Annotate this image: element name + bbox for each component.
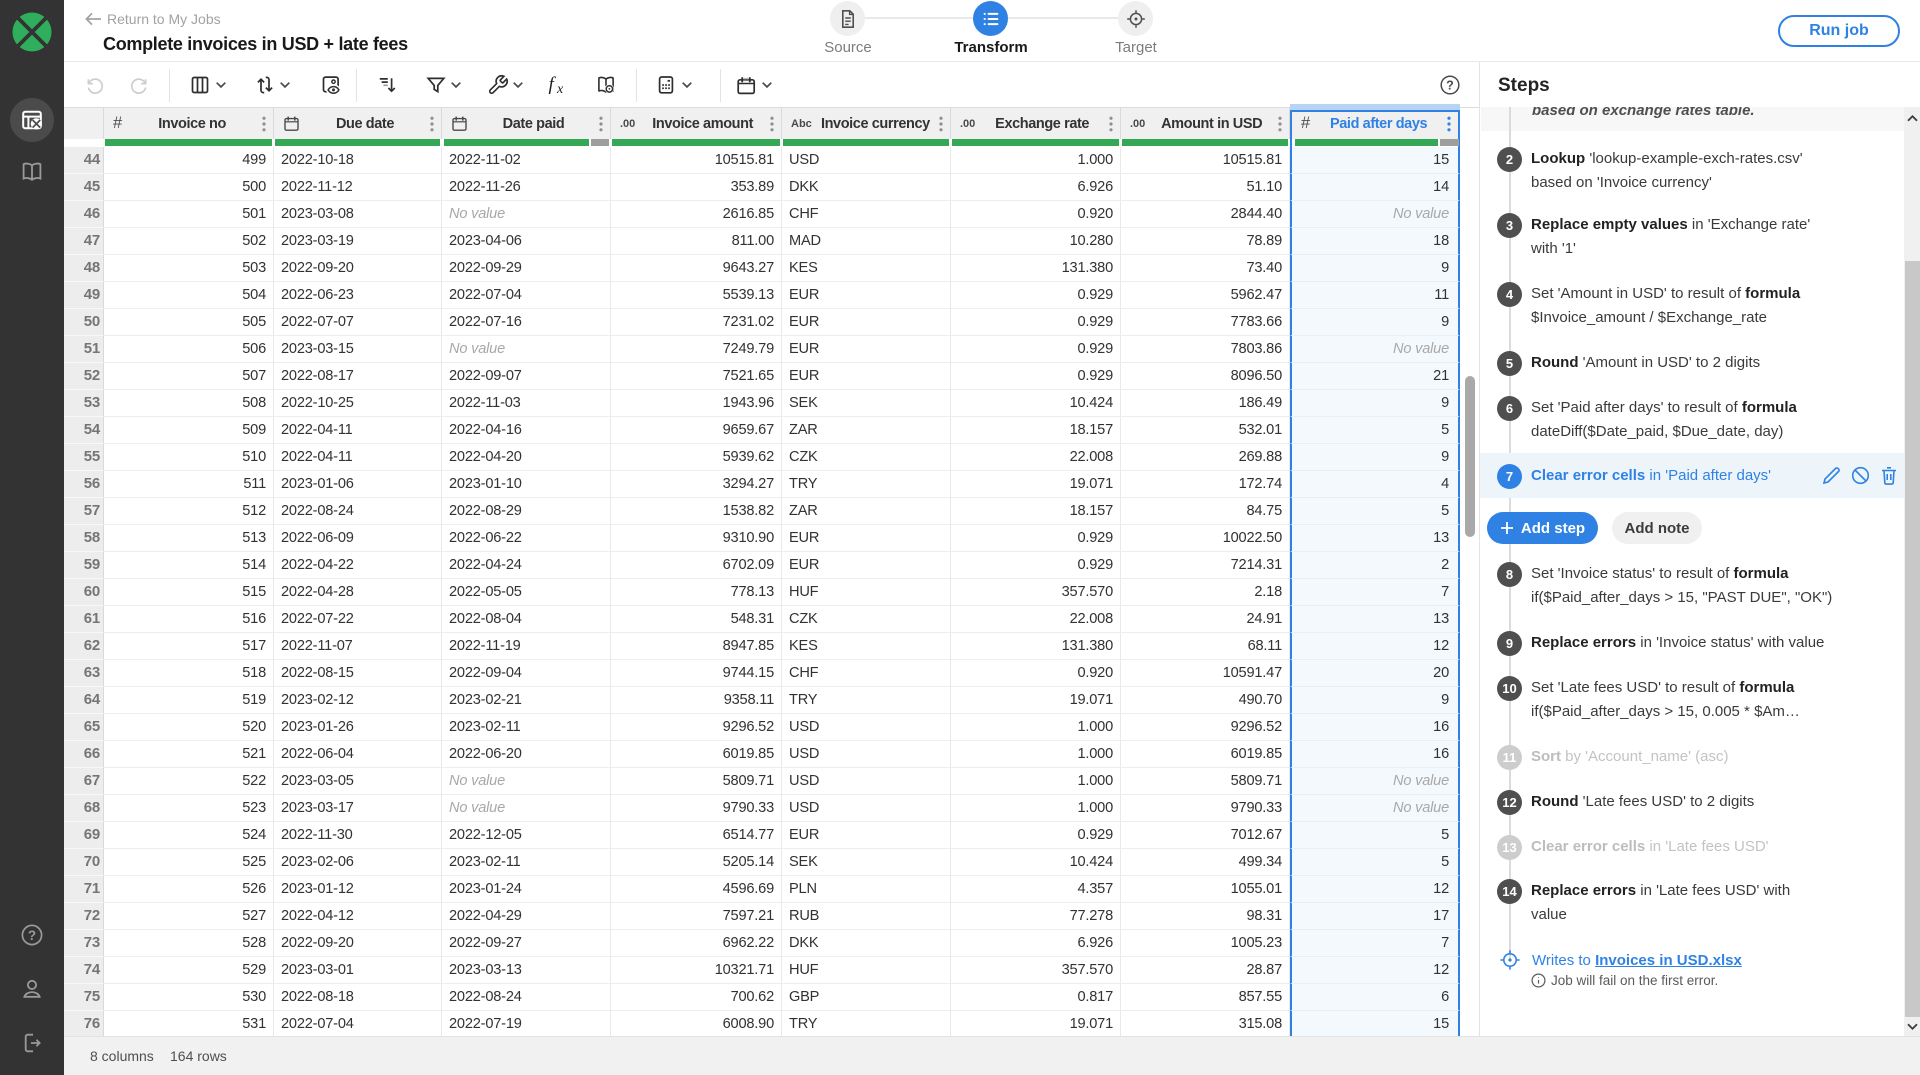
svg-text:x: x (556, 82, 564, 97)
svg-text:?: ? (28, 928, 36, 943)
svg-text:?: ? (1446, 78, 1454, 92)
svg-text:f: f (549, 74, 557, 95)
